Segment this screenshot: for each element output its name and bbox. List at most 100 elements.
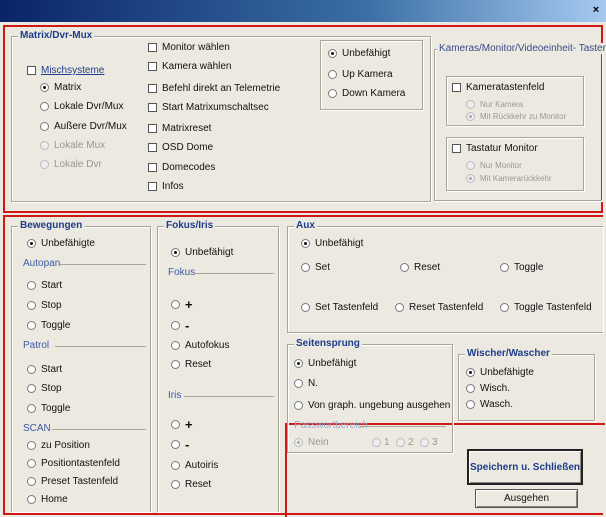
fokus-radio-unbefaehigt[interactable]: Unbefähigt [171,247,233,258]
radio-icon[interactable] [500,303,509,312]
radio-icon[interactable] [301,263,310,272]
check-osd-dome[interactable]: OSD Dome [148,142,213,153]
aux-radio-unbefaehigt[interactable]: Unbefähigt [301,238,363,249]
iris-reset[interactable]: Reset [171,479,211,490]
radio-icon[interactable] [27,459,36,468]
cam-radio-unbefaehigt[interactable]: Unbefähigt [328,48,390,59]
radio-icon[interactable] [171,341,180,350]
tastatur-monitor-checkbox[interactable]: Tastatur Monitor [452,143,538,154]
checkbox-icon[interactable] [148,143,157,152]
radio-icon[interactable] [294,359,303,368]
iris-minus[interactable]: - [171,438,189,451]
radio-icon[interactable] [27,281,36,290]
autopan-start[interactable]: Start [27,280,62,291]
mischsysteme-label[interactable]: Mischsysteme [41,65,104,76]
seiten-radio-unbefaehigt[interactable]: Unbefähigt [294,358,356,369]
radio-icon[interactable] [301,303,310,312]
radio-icon[interactable] [171,420,180,429]
iris-autoiris[interactable]: Autoiris [171,460,218,471]
patrol-start[interactable]: Start [27,364,62,375]
checkbox-icon[interactable] [148,124,157,133]
bew-radio-unbefaehigte[interactable]: Unbefähigte [27,238,95,249]
radio-icon[interactable] [294,401,303,410]
kameratastenfeld-checkbox[interactable]: Kameratastenfeld [452,82,544,93]
iris-plus[interactable]: + [171,418,193,431]
radio-icon[interactable] [171,321,180,330]
radio-icon[interactable] [40,122,49,131]
radio-icon[interactable] [171,360,180,369]
patrol-stop[interactable]: Stop [27,383,62,394]
radio-icon[interactable] [27,495,36,504]
seiten-radio-von[interactable]: Von graph. ungebung ausgehen [294,400,450,411]
radio-icon[interactable] [294,379,303,388]
save-and-close-button[interactable]: Speichern u. Schließen [467,449,583,485]
radio-icon[interactable] [400,263,409,272]
radio-icon[interactable] [27,321,36,330]
radio-icon[interactable] [171,300,180,309]
wischer-radio-wasch[interactable]: Wasch. [466,399,513,410]
check-befehl-direkt[interactable]: Befehl direkt an Telemetrie [148,83,280,94]
radio-icon[interactable] [171,440,180,449]
radio-icon[interactable] [328,89,337,98]
aux-radio-reset-tastenfeld[interactable]: Reset Tastenfeld [395,302,483,313]
radio-icon[interactable] [466,368,475,377]
check-kamera-waehlen[interactable]: Kamera wählen [148,61,231,72]
aux-radio-reset[interactable]: Reset [400,262,440,273]
scan-positiontastenfeld[interactable]: Positiontastenfeld [27,458,120,469]
matrix-radio-matrix[interactable]: Matrix [40,82,81,93]
matrix-radio-aeussere[interactable]: Außere Dvr/Mux [40,121,127,132]
radio-icon[interactable] [27,477,36,486]
checkbox-icon[interactable] [148,84,157,93]
autopan-toggle[interactable]: Toggle [27,320,70,331]
seiten-radio-n[interactable]: N. [294,378,318,389]
matrix-radio-lokale-dvrmux[interactable]: Lokale Dvr/Mux [40,101,123,112]
radio-icon[interactable] [301,239,310,248]
wischer-radio-unbefaehigte[interactable]: Unbefähigte [466,367,534,378]
cam-radio-down[interactable]: Down Kamera [328,88,405,99]
check-domecodes[interactable]: Domecodes [148,162,215,173]
exit-button[interactable]: Ausgehen [475,489,578,508]
check-infos[interactable]: Infos [148,181,184,192]
check-matrixreset[interactable]: Matrixreset [148,123,211,134]
fokus-plus[interactable]: + [171,298,193,311]
radio-icon[interactable] [40,102,49,111]
check-start-matrix[interactable]: Start Matrixumschaltsec [148,102,269,113]
radio-icon[interactable] [27,441,36,450]
checkbox-icon[interactable] [452,144,461,153]
fokus-autofokus[interactable]: Autofokus [171,340,229,351]
radio-icon[interactable] [466,384,475,393]
radio-icon[interactable] [395,303,404,312]
autopan-stop[interactable]: Stop [27,300,62,311]
radio-icon[interactable] [27,239,36,248]
radio-icon[interactable] [40,83,49,92]
fokus-reset[interactable]: Reset [171,359,211,370]
radio-icon[interactable] [27,301,36,310]
cam-radio-up[interactable]: Up Kamera [328,69,393,80]
patrol-toggle[interactable]: Toggle [27,403,70,414]
check-monitor-waehlen[interactable]: Monitor wählen [148,42,230,53]
checkbox-icon[interactable] [148,43,157,52]
aux-radio-toggle-tastenfeld[interactable]: Toggle Tastenfeld [500,302,592,313]
radio-icon[interactable] [171,480,180,489]
aux-radio-toggle[interactable]: Toggle [500,262,543,273]
checkbox-icon[interactable] [148,163,157,172]
close-icon[interactable]: × [589,3,603,17]
radio-icon[interactable] [171,248,180,257]
checkbox-icon[interactable] [148,62,157,71]
radio-icon[interactable] [328,70,337,79]
mischsysteme-check-icon[interactable] [27,66,36,75]
checkbox-icon[interactable] [148,182,157,191]
checkbox-icon[interactable] [148,103,157,112]
radio-icon[interactable] [328,49,337,58]
aux-radio-set-tastenfeld[interactable]: Set Tastenfeld [301,302,378,313]
scan-zu-position[interactable]: zu Position [27,440,90,451]
radio-icon[interactable] [27,404,36,413]
radio-icon[interactable] [500,263,509,272]
radio-icon[interactable] [27,365,36,374]
aux-radio-set[interactable]: Set [301,262,330,273]
scan-preset-tastenfeld[interactable]: Preset Tastenfeld [27,476,118,487]
fokus-minus[interactable]: - [171,319,189,332]
checkbox-icon[interactable] [452,83,461,92]
radio-icon[interactable] [171,461,180,470]
mischsysteme-checkbox[interactable]: Mischsysteme [27,65,104,76]
